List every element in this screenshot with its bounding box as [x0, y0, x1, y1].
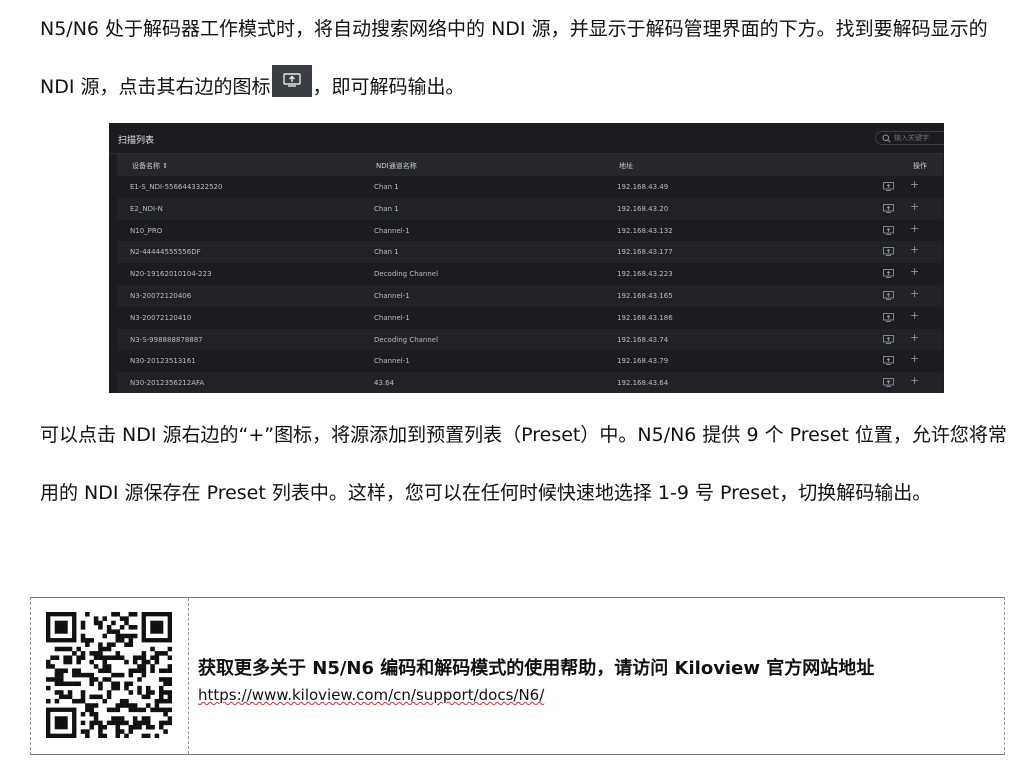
- intro-text-2: ，即可解码输出。: [312, 76, 465, 98]
- intro-text-1: N5/N6 处于解码器工作模式时，将自动搜索网络中的 NDI 源，并显示于解码管…: [40, 18, 988, 98]
- add-preset-button[interactable]: +: [910, 244, 919, 255]
- channel-name: 43.64: [374, 379, 395, 388]
- screen-output-icon[interactable]: [883, 182, 894, 191]
- device-name: N10_PRO: [130, 226, 163, 235]
- add-preset-button[interactable]: +: [910, 201, 919, 212]
- device-name: N3-20072120406: [130, 291, 192, 300]
- support-link[interactable]: https://www.kiloview.com/cn/support/docs…: [198, 686, 544, 704]
- device-name: N30-2012356212AFA: [130, 379, 205, 388]
- panel-header: 扫描列表 +: [109, 123, 944, 154]
- channel-name: Chan 1: [374, 204, 399, 213]
- intro-paragraph: N5/N6 处于解码器工作模式时，将自动搜索网络中的 NDI 源，并显示于解码管…: [40, 0, 1020, 116]
- screen-output-icon[interactable]: [883, 312, 894, 322]
- channel-name: Chan 1: [374, 248, 399, 257]
- screen-output-icon[interactable]: [883, 334, 894, 344]
- channel-name: Channel-1: [374, 357, 410, 366]
- ip-address: 192.168.43.132: [617, 226, 673, 235]
- screen-output-icon[interactable]: [883, 269, 894, 279]
- add-preset-button[interactable]: +: [910, 266, 919, 277]
- ip-address: 192.168.43.177: [617, 248, 673, 257]
- screen-output-icon: [271, 65, 312, 97]
- device-name: N3-S-998888878887: [130, 335, 203, 344]
- column-header-actions: 操作: [913, 162, 927, 170]
- ip-address: 192.168.43.20: [617, 204, 669, 213]
- table-row: N30-2012356212AFA 43.64 192.168.43.64 +: [117, 372, 943, 393]
- ip-address: 192.168.43.49: [617, 183, 669, 191]
- scan-list-panel: 扫描列表 + 设备名称 ⇕ NDI通道名称 地址 操作 E1-S_NDI-556…: [109, 123, 944, 393]
- qr-code: [46, 612, 172, 738]
- add-preset-button[interactable]: +: [910, 179, 919, 190]
- footer-heading: 获取更多关于 N5/N6 编码和解码模式的使用帮助，请访问 Kiloview 官…: [198, 658, 875, 679]
- channel-name: Chan 1: [374, 183, 399, 191]
- add-preset-button[interactable]: +: [910, 223, 919, 234]
- search-box[interactable]: [875, 131, 944, 145]
- ip-address: 192.168.43.79: [617, 357, 669, 366]
- screen-output-icon[interactable]: [883, 356, 894, 366]
- screen-output-icon[interactable]: [883, 247, 894, 257]
- screen-output-icon[interactable]: [883, 225, 894, 235]
- search-input[interactable]: [894, 133, 944, 143]
- table-body: E1-S_NDI-5566443322520 Chan 1 192.168.43.4…: [117, 176, 943, 393]
- ip-address: 192.168.43.165: [617, 291, 673, 300]
- add-preset-button[interactable]: +: [910, 353, 919, 364]
- channel-name: Channel-1: [374, 226, 410, 235]
- add-preset-button[interactable]: +: [910, 288, 919, 299]
- panel-title: 扫描列表: [118, 136, 155, 146]
- ip-address: 192.168.43.186: [617, 313, 673, 322]
- device-name: N30-20123513161: [130, 357, 196, 366]
- device-name: N2-44444555556DF: [130, 248, 201, 257]
- column-header-channel: NDI通道名称: [376, 162, 417, 170]
- column-header-address: 地址: [619, 162, 633, 170]
- table-row: N30-20123513161 Channel-1 192.168.43.79 +: [117, 350, 943, 372]
- table-row: N3-20072120406 Channel-1 192.168.43.165 +: [117, 284, 943, 307]
- preset-paragraph: 可以点击 NDI 源右边的“+”图标，将源添加到预置列表（Preset）中。N5…: [40, 424, 1007, 504]
- add-preset-button[interactable]: +: [910, 310, 919, 321]
- ip-address: 192.168.43.64: [617, 379, 669, 388]
- table-row: N10_PRO Channel-1 192.168.43.132 +: [117, 220, 943, 242]
- screen-output-icon[interactable]: [883, 203, 894, 213]
- screen-output-icon[interactable]: [883, 378, 894, 388]
- ip-address: 192.168.43.74: [617, 335, 669, 344]
- footer-divider: [188, 598, 189, 754]
- channel-name: Decoding Channel: [374, 335, 439, 344]
- add-preset-button[interactable]: +: [910, 375, 919, 386]
- search-icon: [882, 134, 891, 143]
- device-name: E2_NDI-N: [130, 204, 163, 213]
- table-header: 设备名称 ⇕ NDI通道名称 地址 操作: [117, 154, 943, 176]
- channel-name: Decoding Channel: [374, 270, 439, 279]
- device-name: N3-20072120410: [130, 313, 192, 322]
- table-row: N20-19162010104-223 Decoding Channel 192.1…: [117, 263, 943, 285]
- column-header-device[interactable]: 设备名称 ⇕: [132, 161, 168, 171]
- device-name: E1-S_NDI-5566443322520: [130, 183, 223, 191]
- add-preset-button[interactable]: +: [910, 332, 919, 343]
- table-row: E2_NDI-N Chan 1 192.168.43.20 +: [117, 197, 943, 220]
- table-row: E1-S_NDI-5566443322520 Chan 1 192.168.43.4…: [117, 176, 943, 198]
- table-row: N3-S-998888878887 Decoding Channel 192.168…: [117, 328, 943, 351]
- channel-name: Channel-1: [374, 313, 410, 322]
- screen-output-icon[interactable]: [883, 291, 894, 300]
- table-row: N3-20072120410 Channel-1 192.168.43.186 +: [117, 307, 943, 329]
- channel-name: Channel-1: [374, 291, 410, 300]
- ip-address: 192.168.43.223: [617, 270, 673, 279]
- device-name: N20-19162010104-223: [130, 270, 212, 279]
- table-row: N2-44444555556DF Chan 1 192.168.43.177 +: [117, 241, 943, 264]
- help-footer: 获取更多关于 N5/N6 编码和解码模式的使用帮助，请访问 Kiloview 官…: [30, 597, 1005, 755]
